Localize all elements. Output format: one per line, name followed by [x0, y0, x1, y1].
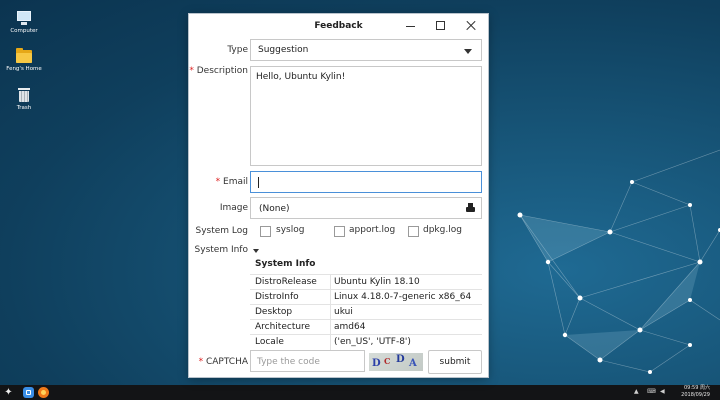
captcha-char: D [396, 354, 405, 365]
text-cursor [258, 177, 259, 188]
description-textarea[interactable]: Hello, Ubuntu Kylin! [250, 66, 482, 166]
table-row: DistroInfo Linux 4.18.0-7-generic x86_64 [250, 289, 482, 305]
captcha-input[interactable]: Type the code [250, 350, 365, 372]
description-value: Hello, Ubuntu Kylin! [256, 72, 346, 82]
required-marker: * [198, 357, 204, 367]
image-value: (None) [259, 204, 290, 214]
table-row: Locale ('en_US', 'UTF-8') [250, 334, 482, 350]
table-key: Desktop [255, 307, 293, 317]
chevron-down-icon[interactable] [253, 248, 259, 254]
table-header: System Info [255, 259, 316, 269]
clock-weekday: 周六 [699, 385, 710, 391]
close-icon[interactable] [465, 20, 477, 32]
chevron-down-icon [464, 49, 472, 54]
start-menu-icon[interactable]: ✦ [3, 387, 14, 398]
email-label: * Email [216, 177, 248, 187]
dpkg-log-label: dpkg.log [423, 225, 462, 235]
maximize-icon[interactable] [435, 20, 447, 32]
system-info-label: System Info [194, 245, 248, 255]
syslog-label: syslog [276, 225, 305, 235]
system-log-label: System Log [195, 226, 249, 236]
volume-icon[interactable]: ◀ [660, 388, 665, 395]
desktop-icon-label: Trash [16, 105, 32, 111]
desktop-icon-computer[interactable]: Computer [0, 10, 48, 34]
taskbar: ✦ ▲ ⌨ ◀ 09:59 周六 2018/09/29 [0, 385, 720, 400]
table-row: DistroRelease Ubuntu Kylin 18.10 [250, 274, 482, 290]
table-row: Desktop ukui [250, 304, 482, 320]
folder-icon [16, 48, 32, 64]
required-marker: * [215, 177, 221, 187]
table-value: Ubuntu Kylin 18.10 [334, 277, 420, 287]
desktop-icon-trash[interactable]: Trash [0, 87, 48, 111]
image-picker[interactable]: (None) [250, 197, 482, 219]
minimize-icon[interactable] [405, 20, 417, 32]
checkbox-dpkg-log[interactable] [408, 226, 419, 237]
table-key: DistroInfo [255, 292, 299, 302]
image-label: Image [219, 203, 248, 213]
captcha-image[interactable]: D C D A [369, 353, 423, 371]
captcha-char: A [409, 358, 417, 369]
captcha-label: * CAPTCHA [199, 357, 248, 367]
browser-icon[interactable] [38, 387, 49, 398]
desktop-icon-home[interactable]: Feng's Home [0, 48, 48, 72]
type-select[interactable]: Suggestion [250, 39, 482, 61]
dialog-titlebar[interactable]: Feedback [189, 14, 488, 38]
clock[interactable]: 09:59 周六 2018/09/29 [681, 385, 710, 399]
description-label: * Description [189, 66, 248, 76]
clock-date: 2018/09/29 [681, 392, 710, 398]
email-label-text: Email [223, 177, 248, 187]
table-key: DistroRelease [255, 277, 317, 287]
table-key: Architecture [255, 322, 311, 332]
tray-up-icon[interactable]: ▲ [634, 388, 639, 395]
upload-icon[interactable] [466, 203, 475, 213]
type-value: Suggestion [258, 45, 309, 55]
table-value: amd64 [334, 322, 366, 332]
file-manager-icon[interactable] [23, 387, 34, 398]
captcha-char: C [384, 356, 391, 366]
required-marker: * [189, 66, 194, 76]
computer-icon [16, 10, 32, 26]
desktop-icon-label: Feng's Home [6, 66, 42, 72]
table-value: ('en_US', 'UTF-8') [334, 337, 411, 347]
email-field[interactable] [250, 171, 482, 193]
feedback-dialog: Feedback Type Suggestion * Description H… [189, 14, 488, 377]
type-label: Type [227, 45, 248, 55]
clock-time: 09:59 [683, 385, 699, 391]
checkbox-syslog[interactable] [260, 226, 271, 237]
keyboard-icon[interactable]: ⌨ [647, 388, 656, 395]
apport-log-label: apport.log [349, 225, 396, 235]
table-value: Linux 4.18.0-7-generic x86_64 [334, 292, 472, 302]
captcha-label-text: CAPTCHA [205, 357, 248, 367]
table-key: Locale [255, 337, 284, 347]
desktop-icon-label: Computer [10, 28, 38, 34]
table-value: ukui [334, 307, 353, 317]
table-row: Architecture amd64 [250, 319, 482, 335]
description-label-text: Description [196, 66, 248, 76]
trash-icon [16, 87, 32, 103]
captcha-char: D [372, 358, 381, 369]
checkbox-apport-log[interactable] [334, 226, 345, 237]
captcha-placeholder: Type the code [257, 357, 320, 367]
submit-button[interactable]: submit [428, 350, 482, 374]
